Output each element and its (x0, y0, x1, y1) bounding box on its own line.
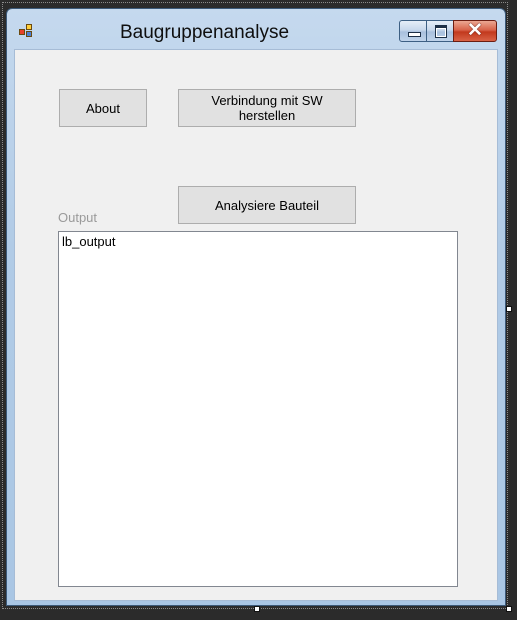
minimize-button[interactable] (399, 20, 427, 42)
output-listbox[interactable]: lb_output (58, 231, 458, 587)
analyse-part-button[interactable]: Analysiere Bauteil (178, 186, 356, 224)
maximize-button[interactable] (426, 20, 454, 42)
app-icon-square-red (19, 29, 25, 35)
form-window: Baugruppenanalyse ✕ About Verbindung mit… (6, 8, 506, 606)
resize-handle-corner[interactable] (506, 606, 512, 612)
app-icon-square-blue (26, 31, 32, 37)
connect-sw-button[interactable]: Verbindung mit SW herstellen (178, 89, 356, 127)
close-icon: ✕ (467, 20, 483, 41)
maximize-icon (435, 25, 447, 38)
minimize-icon (408, 32, 421, 37)
window-title: Baugruppenanalyse (120, 22, 290, 43)
winforms-app-icon[interactable] (19, 24, 35, 38)
output-label: Output (58, 210, 98, 225)
app-icon-square-yellow (26, 24, 32, 30)
resize-handle-right[interactable] (506, 306, 512, 312)
form-client-area: About Verbindung mit SW herstellen Analy… (14, 49, 498, 601)
resize-handle-bottom[interactable] (254, 606, 260, 612)
title-bar[interactable]: Baugruppenanalyse ✕ (7, 9, 505, 49)
close-button[interactable]: ✕ (453, 20, 497, 42)
about-button[interactable]: About (59, 89, 147, 127)
list-item[interactable]: lb_output (62, 234, 116, 249)
caption-buttons: ✕ (399, 20, 497, 42)
